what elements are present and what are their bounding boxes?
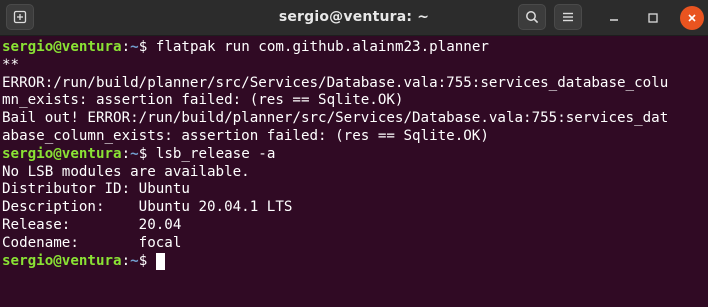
hamburger-menu-icon	[563, 12, 573, 22]
prompt-dollar: $	[138, 252, 156, 269]
close-button[interactable]	[680, 6, 704, 30]
prompt-colon: :	[121, 252, 131, 269]
command-text: lsb_release -a	[155, 145, 276, 162]
command-text: flatpak run com.github.alainm23.planner	[155, 39, 489, 55]
prompt-path: ~	[130, 252, 139, 269]
command-line[interactable]: sergio@ventura:~$	[2, 252, 708, 271]
command-line: sergio@ventura:~$ flatpak run com.github…	[2, 39, 708, 57]
prompt-user-host: sergio@ventura	[2, 252, 122, 269]
text-cursor	[155, 252, 165, 270]
minimize-button[interactable]	[602, 6, 626, 30]
command-line: sergio@ventura:~$ lsb_release -a	[2, 146, 708, 164]
output-line: Distributor ID: Ubuntu	[2, 181, 190, 198]
prompt-dollar: $	[138, 145, 156, 162]
minimize-icon	[610, 19, 618, 21]
prompt-path: ~	[130, 39, 139, 55]
prompt-colon: :	[121, 39, 131, 55]
output-line: No LSB modules are available.	[2, 163, 250, 180]
close-icon	[688, 14, 696, 22]
search-button[interactable]	[518, 4, 546, 30]
output-line: Codename: focal	[2, 234, 182, 251]
prompt-path: ~	[130, 145, 139, 162]
prompt-dollar: $	[138, 39, 156, 55]
terminal-window: sergio@ventura: ~ sergio@ventura:~$ flat…	[0, 0, 708, 307]
output-line: Description: Ubuntu 20.04.1 LTS	[2, 199, 293, 216]
maximize-button[interactable]	[641, 6, 665, 30]
prompt-user-host: sergio@ventura	[2, 39, 122, 55]
output-line: Release: 20.04	[2, 216, 182, 233]
terminal-output[interactable]: sergio@ventura:~$ flatpak run com.github…	[0, 36, 708, 307]
search-icon	[526, 11, 539, 24]
output-line: Bail out! ERROR:/run/build/planner/src/S…	[2, 110, 669, 127]
output-line: **	[2, 56, 20, 73]
menu-button[interactable]	[554, 4, 582, 30]
output-line: ERROR:/run/build/planner/src/Services/Da…	[2, 74, 669, 91]
output-line: mn_exists: assertion failed: (res == Sql…	[2, 92, 404, 109]
prompt-user-host: sergio@ventura	[2, 145, 122, 162]
output-line: abase_column_exists: assertion failed: (…	[2, 127, 489, 144]
maximize-icon	[648, 13, 658, 23]
prompt-colon: :	[121, 145, 131, 162]
titlebar: sergio@ventura: ~	[0, 0, 708, 36]
